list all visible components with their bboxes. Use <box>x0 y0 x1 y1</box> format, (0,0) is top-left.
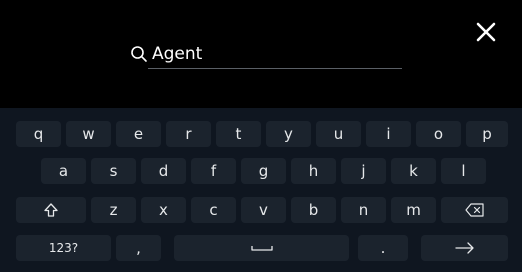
key-x[interactable]: x <box>141 197 186 223</box>
key-c[interactable]: c <box>191 197 236 223</box>
search-bar <box>130 40 402 70</box>
close-icon[interactable] <box>474 20 498 44</box>
key-s[interactable]: s <box>91 158 136 184</box>
key-l[interactable]: l <box>441 158 486 184</box>
key-q[interactable]: q <box>16 121 61 147</box>
key-b[interactable]: b <box>291 197 336 223</box>
key-m[interactable]: m <box>391 197 436 223</box>
key-v[interactable]: v <box>241 197 286 223</box>
key-y[interactable]: y <box>266 121 311 147</box>
comma-key[interactable]: , <box>116 235 161 261</box>
enter-key[interactable] <box>421 235 508 261</box>
key-e[interactable]: e <box>116 121 161 147</box>
key-p[interactable]: p <box>466 121 508 147</box>
key-j[interactable]: j <box>341 158 386 184</box>
key-f[interactable]: f <box>191 158 236 184</box>
space-icon <box>250 246 273 251</box>
shift-icon <box>44 203 58 217</box>
key-g[interactable]: g <box>241 158 286 184</box>
search-icon <box>131 46 147 62</box>
key-k[interactable]: k <box>391 158 436 184</box>
key-o[interactable]: o <box>416 121 461 147</box>
key-u[interactable]: u <box>316 121 361 147</box>
shift-key[interactable] <box>16 197 86 223</box>
search-input[interactable] <box>148 40 402 69</box>
space-key[interactable] <box>174 235 349 261</box>
key-n[interactable]: n <box>341 197 386 223</box>
key-w[interactable]: w <box>66 121 111 147</box>
backspace-icon <box>464 203 484 217</box>
key-z[interactable]: z <box>91 197 136 223</box>
key-i[interactable]: i <box>366 121 411 147</box>
backspace-key[interactable] <box>441 197 508 223</box>
key-r[interactable]: r <box>166 121 211 147</box>
close-button[interactable] <box>474 20 498 44</box>
search-panel <box>0 0 522 108</box>
numbers-key[interactable]: 123? <box>16 235 111 261</box>
period-key[interactable]: . <box>358 235 408 261</box>
key-h[interactable]: h <box>291 158 336 184</box>
key-d[interactable]: d <box>141 158 186 184</box>
on-screen-keyboard: q w e r t y u i o p a s d f g h j k l z … <box>0 108 522 272</box>
key-t[interactable]: t <box>216 121 261 147</box>
arrow-right-icon <box>454 242 474 254</box>
key-a[interactable]: a <box>41 158 86 184</box>
